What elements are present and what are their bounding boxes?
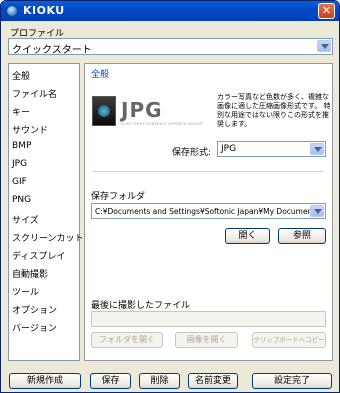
- format-select[interactable]: JPG: [217, 141, 326, 157]
- sidebar-item-filename[interactable]: ファイル名: [12, 87, 57, 100]
- window-title: KIOKU: [23, 4, 65, 17]
- sidebar-item-bmp[interactable]: BMP: [12, 141, 31, 151]
- delete-button[interactable]: 削除: [139, 373, 180, 389]
- app-window: KIOKU ✕ プロファイル クイックスタート 全般 ファイル名 キー サウンド…: [0, 0, 340, 393]
- finish-settings-button[interactable]: 設定完了: [252, 373, 332, 389]
- sidebar-item-keys[interactable]: キー: [12, 105, 30, 118]
- sidebar-item-size[interactable]: サイズ: [12, 213, 39, 226]
- chevron-down-icon[interactable]: [310, 205, 324, 217]
- open-folder-button[interactable]: 開く: [225, 228, 270, 244]
- sidebar-item-sound[interactable]: サウンド: [12, 123, 48, 136]
- profile-selected-value: クイックスタート: [12, 45, 92, 56]
- jpg-format-banner: JPG JOINT PHOTOGRAPHIC EXPERTS GROUP: [89, 92, 213, 134]
- sidebar-item-jpg[interactable]: JPG: [12, 159, 27, 169]
- browse-button[interactable]: 参照: [278, 228, 326, 244]
- format-label: 保存形式:: [172, 148, 212, 158]
- camera-icon: [92, 96, 116, 126]
- folder-label: 保存フォルダ: [91, 192, 146, 202]
- sidebar-item-tools[interactable]: ツール: [12, 285, 39, 298]
- sidebar-item-version[interactable]: バージョン: [12, 321, 57, 334]
- chevron-down-icon[interactable]: [310, 143, 324, 155]
- section-title: 全般: [91, 70, 110, 80]
- open-last-folder-button[interactable]: フォルダを開く: [91, 332, 163, 348]
- format-logo: JPG: [121, 98, 163, 122]
- format-description: カラー写真など色数が多く、複雑な画像に適した圧縮画像形式です。 特別な用途ではな…: [217, 93, 331, 128]
- sidebar-item-gif[interactable]: GIF: [12, 177, 27, 187]
- sidebar-item-general[interactable]: 全般: [12, 69, 30, 82]
- sidebar-item-png[interactable]: PNG: [12, 195, 31, 205]
- app-icon: [6, 5, 18, 17]
- format-logo-subtitle: JOINT PHOTOGRAPHIC EXPERTS GROUP: [121, 122, 203, 126]
- chevron-down-icon[interactable]: [317, 40, 331, 52]
- title-bar[interactable]: KIOKU ✕: [1, 1, 339, 21]
- sidebar-item-screencut[interactable]: スクリーンカット: [12, 231, 84, 244]
- last-file-label: 最後に撮影したファイル: [91, 301, 191, 311]
- folder-path-value: C:¥Documents and Settings¥Softonic Japan…: [95, 207, 320, 216]
- profile-select[interactable]: クイックスタート: [8, 38, 333, 56]
- copy-to-clipboard-button[interactable]: クリップボードへコピー: [252, 332, 326, 348]
- format-selected-value: JPG: [221, 144, 237, 154]
- last-file-field: [91, 311, 326, 327]
- settings-panel: 全般 JPG JOINT PHOTOGRAPHIC EXPERTS GROUP …: [84, 63, 333, 361]
- save-button[interactable]: 保存: [90, 373, 131, 389]
- new-profile-button[interactable]: 新規作成: [9, 373, 81, 389]
- close-button[interactable]: ✕: [318, 3, 335, 19]
- folder-path-select[interactable]: C:¥Documents and Settings¥Softonic Japan…: [91, 203, 326, 219]
- sidebar-item-autocapture[interactable]: 自動撮影: [12, 267, 48, 280]
- category-list[interactable]: 全般 ファイル名 キー サウンド BMP JPG GIF PNG サイズ スクリ…: [8, 63, 84, 361]
- sidebar-item-options[interactable]: オプション: [12, 303, 57, 316]
- divider: [93, 171, 323, 172]
- sidebar-item-display[interactable]: ディスプレイ: [12, 249, 65, 262]
- rename-button[interactable]: 名前変更: [188, 373, 238, 389]
- open-image-button[interactable]: 画像を開く: [175, 332, 238, 348]
